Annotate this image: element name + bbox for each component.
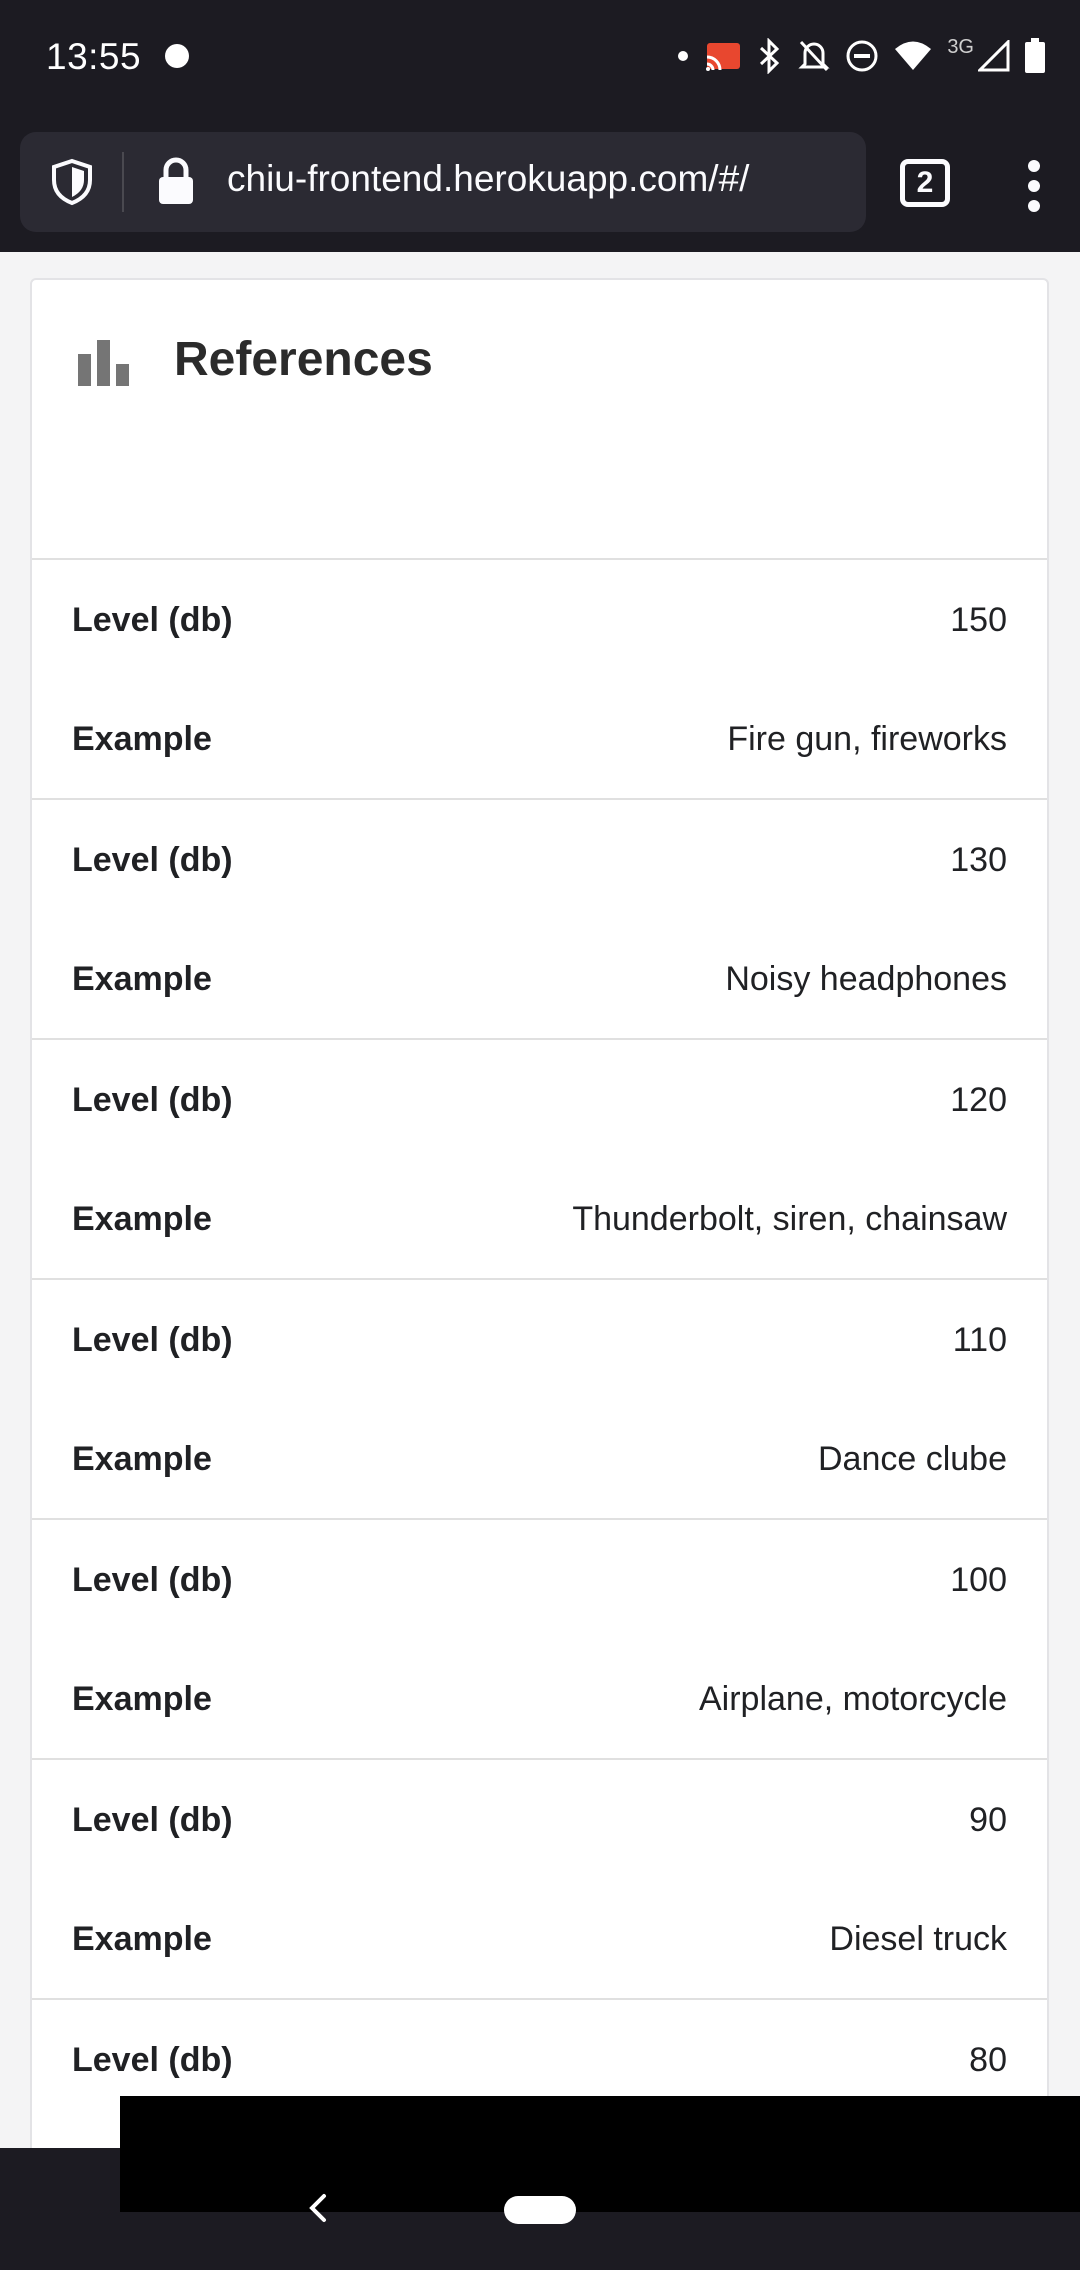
menu-dot-icon — [1028, 160, 1040, 172]
list-item: Level (db) 100 Example Airplane, motorcy… — [32, 1520, 1047, 1760]
back-icon[interactable] — [306, 2188, 330, 2228]
browser-toolbar: chiu-frontend.herokuapp.com/#/ 2 — [0, 112, 1080, 252]
example-value: Diesel truck — [829, 1919, 1007, 1958]
menu-button[interactable] — [1016, 156, 1052, 216]
level-label: Level (db) — [72, 840, 233, 879]
status-icons: 3G — [677, 34, 1046, 78]
level-label: Level (db) — [72, 2040, 233, 2079]
example-value: Thunderbolt, siren, chainsaw — [572, 1199, 1007, 1238]
level-value: 80 — [969, 2040, 1007, 2079]
navigation-overlay — [120, 2096, 1080, 2212]
list-item: Level (db) 110 Example Dance clube — [32, 1280, 1047, 1520]
bluetooth-icon — [760, 38, 780, 74]
level-label: Level (db) — [72, 1080, 233, 1119]
status-bar: 13:55 3G — [0, 0, 1080, 112]
cast-icon — [706, 43, 741, 71]
mute-icon — [798, 40, 830, 72]
menu-dot-icon — [1028, 180, 1040, 192]
references-card: References Level (db) 150 Example Fire g… — [30, 278, 1049, 2178]
level-value: 90 — [969, 1800, 1007, 1839]
list-item: Level (db) 150 Example Fire gun, firewor… — [32, 560, 1047, 800]
references-list: Level (db) 150 Example Fire gun, firewor… — [32, 560, 1047, 2176]
card-title: References — [174, 333, 433, 386]
level-value: 120 — [950, 1080, 1007, 1119]
wifi-icon — [895, 41, 932, 70]
level-value: 100 — [950, 1560, 1007, 1599]
url-text[interactable]: chiu-frontend.herokuapp.com/#/ — [227, 158, 749, 200]
url-separator — [122, 152, 124, 212]
card-header: References — [32, 280, 1047, 560]
home-button[interactable] — [504, 2196, 576, 2224]
signal-icon — [978, 40, 1010, 72]
list-item: Level (db) 120 Example Thunderbolt, sire… — [32, 1040, 1047, 1280]
list-item: Level (db) 130 Example Noisy headphones — [32, 800, 1047, 1040]
example-value: Airplane, motorcycle — [698, 1679, 1007, 1718]
example-label: Example — [72, 959, 212, 998]
notification-dot-icon — [165, 44, 189, 68]
level-label: Level (db) — [72, 600, 233, 639]
level-label: Level (db) — [72, 1800, 233, 1839]
lock-icon[interactable] — [156, 156, 196, 206]
status-time: 13:55 — [46, 36, 142, 77]
example-value: Noisy headphones — [725, 959, 1007, 998]
example-value: Dance clube — [817, 1439, 1007, 1478]
example-value: Fire gun, fireworks — [727, 719, 1007, 758]
notification-dot-icon — [678, 51, 689, 61]
level-value: 150 — [950, 600, 1007, 639]
url-bar[interactable]: chiu-frontend.herokuapp.com/#/ — [20, 132, 866, 232]
level-value: 110 — [952, 1320, 1007, 1359]
shield-icon[interactable] — [50, 158, 94, 206]
list-item: Level (db) 90 Example Diesel truck — [32, 1760, 1047, 2000]
battery-icon — [1025, 38, 1045, 73]
example-label: Example — [72, 1199, 212, 1238]
do-not-disturb-icon — [846, 40, 878, 72]
example-label: Example — [72, 1679, 212, 1718]
level-value: 130 — [950, 840, 1007, 879]
menu-dot-icon — [1028, 200, 1040, 212]
bar-chart-icon — [78, 340, 129, 386]
level-label: Level (db) — [72, 1560, 233, 1599]
level-label: Level (db) — [72, 1320, 233, 1359]
example-label: Example — [72, 719, 212, 758]
network-type-label: 3G — [947, 35, 974, 58]
example-label: Example — [72, 1439, 212, 1478]
example-label: Example — [72, 1919, 212, 1958]
tab-count-button[interactable]: 2 — [900, 159, 950, 207]
